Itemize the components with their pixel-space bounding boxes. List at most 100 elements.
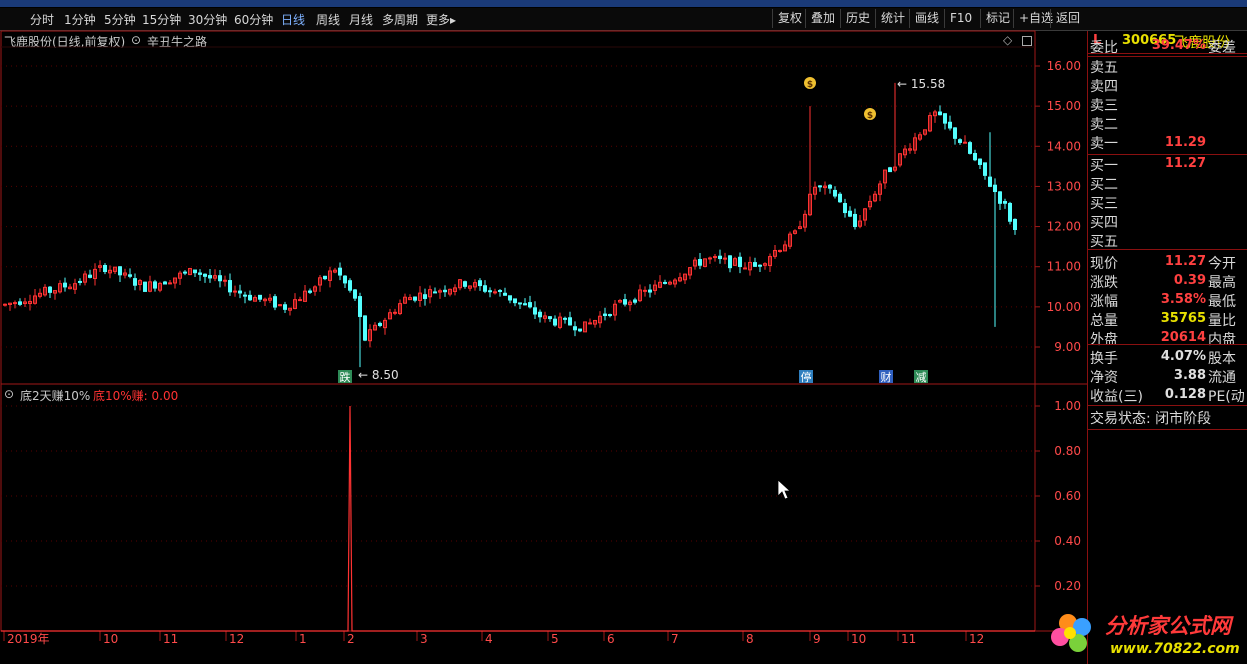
candle-body [498, 289, 502, 292]
candle-body [348, 280, 352, 291]
quote-row2-label-1: 净资 [1090, 370, 1118, 386]
weibi-label: 委比 [1090, 40, 1118, 56]
quote-row2-value-1: 3.88 [1173, 368, 1206, 383]
quote-row2-label-2: 收益(三) [1090, 389, 1143, 405]
quote-row-value-4: 20614 [1160, 330, 1206, 345]
candle-body [88, 274, 92, 278]
candle-body [698, 259, 702, 266]
xaxis-label-14: 11 [901, 632, 916, 646]
xaxis-label-8: 5 [551, 632, 559, 646]
buy-level-1: 买一 [1090, 158, 1118, 174]
quote-row2-label-0: 换手 [1090, 351, 1118, 367]
candle-body [278, 304, 282, 307]
flower-icon [1051, 614, 1091, 652]
candle-body [978, 158, 982, 165]
candle-body [168, 282, 172, 285]
sub-tick-label-4: 0.20 [1054, 579, 1081, 593]
candle-body [483, 285, 487, 292]
buy-level-2: 买二 [1090, 177, 1118, 193]
quote-row-value-1: 0.39 [1173, 273, 1206, 288]
min-price-label: ← 8.50 [358, 368, 399, 382]
candle-body [248, 294, 252, 301]
price-tick-label-3: 13.00 [1047, 179, 1081, 193]
candle-body [968, 142, 972, 154]
candles [3, 82, 1017, 368]
candle-body [378, 322, 382, 326]
buy-level-5: 买五 [1090, 234, 1118, 250]
candle-body [563, 317, 567, 320]
xaxis-label-12: 9 [813, 632, 821, 646]
candle-body [358, 296, 362, 317]
candle-body [828, 184, 832, 189]
xaxis-label-3: 12 [229, 632, 244, 646]
candle-body [848, 210, 852, 217]
quote-row2-right-2: PE(动 [1208, 389, 1245, 405]
candle-body [523, 303, 527, 306]
candle-body [938, 111, 942, 116]
candle-body [13, 302, 17, 305]
candle-body [488, 290, 492, 293]
quote-row-right-1: 最高 [1208, 275, 1236, 291]
xaxis-label-15: 12 [969, 632, 984, 646]
candle-body [588, 322, 592, 325]
weicha-label: 委差 [1208, 40, 1236, 56]
candle-body [708, 257, 712, 260]
xaxis-label-9: 6 [607, 632, 615, 646]
quote-row2-right-1: 流通 [1208, 370, 1236, 386]
xaxis-label-7: 4 [485, 632, 493, 646]
candle-body [983, 162, 987, 176]
candle-body [183, 271, 187, 274]
candle-body [133, 278, 137, 286]
candle-body [143, 281, 147, 292]
candle-body [993, 184, 997, 193]
quote-row-value-2: 3.58% [1160, 292, 1206, 307]
candle-body [393, 311, 397, 314]
candle-body [503, 292, 507, 296]
signal-spike [1, 405, 1035, 632]
candle-body [423, 294, 427, 299]
candle-body [463, 281, 467, 287]
quote-row-label-3: 总量 [1090, 313, 1118, 329]
sub-tick-label-1: 0.80 [1054, 444, 1081, 458]
xaxis-label-2: 11 [163, 632, 178, 646]
candle-body [833, 189, 837, 197]
quote-row-value-0: 11.27 [1164, 254, 1206, 269]
event-marker-label-0: 跌 [340, 370, 351, 384]
buy-level-4: 买四 [1090, 215, 1118, 231]
quote-row2-value-0: 4.07% [1160, 349, 1206, 364]
candle-body [973, 153, 977, 161]
candle-body [283, 304, 287, 310]
candle-body [853, 213, 857, 228]
candle-body [963, 141, 967, 144]
candle-body [603, 313, 607, 317]
candle-body [1013, 218, 1017, 231]
moneybag-icon-symbol: $ [807, 80, 813, 90]
mouse-cursor-icon [777, 479, 792, 500]
event-marker-label-2: 财 [881, 370, 892, 384]
candle-body [718, 255, 722, 260]
quote-row2-value-2: 0.128 [1164, 387, 1206, 402]
sub-tick-label-3: 0.40 [1054, 534, 1081, 548]
xaxis-label-11: 8 [746, 632, 754, 646]
event-marker-label-3: 减 [916, 371, 927, 384]
kline-chart[interactable]: 16.0015.0014.0013.0012.0011.0010.009.001… [0, 0, 1087, 664]
candle-body [238, 290, 242, 294]
quote-row-value-3: 35765 [1160, 311, 1206, 326]
candle-body [818, 185, 822, 188]
sub-tick-label-0: 1.00 [1054, 399, 1081, 413]
candle-body [153, 281, 157, 289]
watermark-title: 分析家公式网 [1105, 614, 1234, 638]
max-price-label: ← 15.58 [897, 77, 945, 91]
candle-body [308, 290, 312, 293]
candle-body [578, 328, 582, 332]
sell-level-3: 卖三 [1090, 98, 1118, 114]
candle-body [518, 302, 522, 305]
quote-row-right-3: 量比 [1208, 313, 1236, 329]
candle-body [78, 280, 82, 283]
candle-body [663, 281, 667, 284]
buy1-price: 11.27 [1164, 156, 1206, 171]
candle-body [228, 280, 232, 293]
candle-body [3, 303, 7, 306]
candle-body [728, 255, 732, 269]
candle-body [988, 176, 992, 187]
